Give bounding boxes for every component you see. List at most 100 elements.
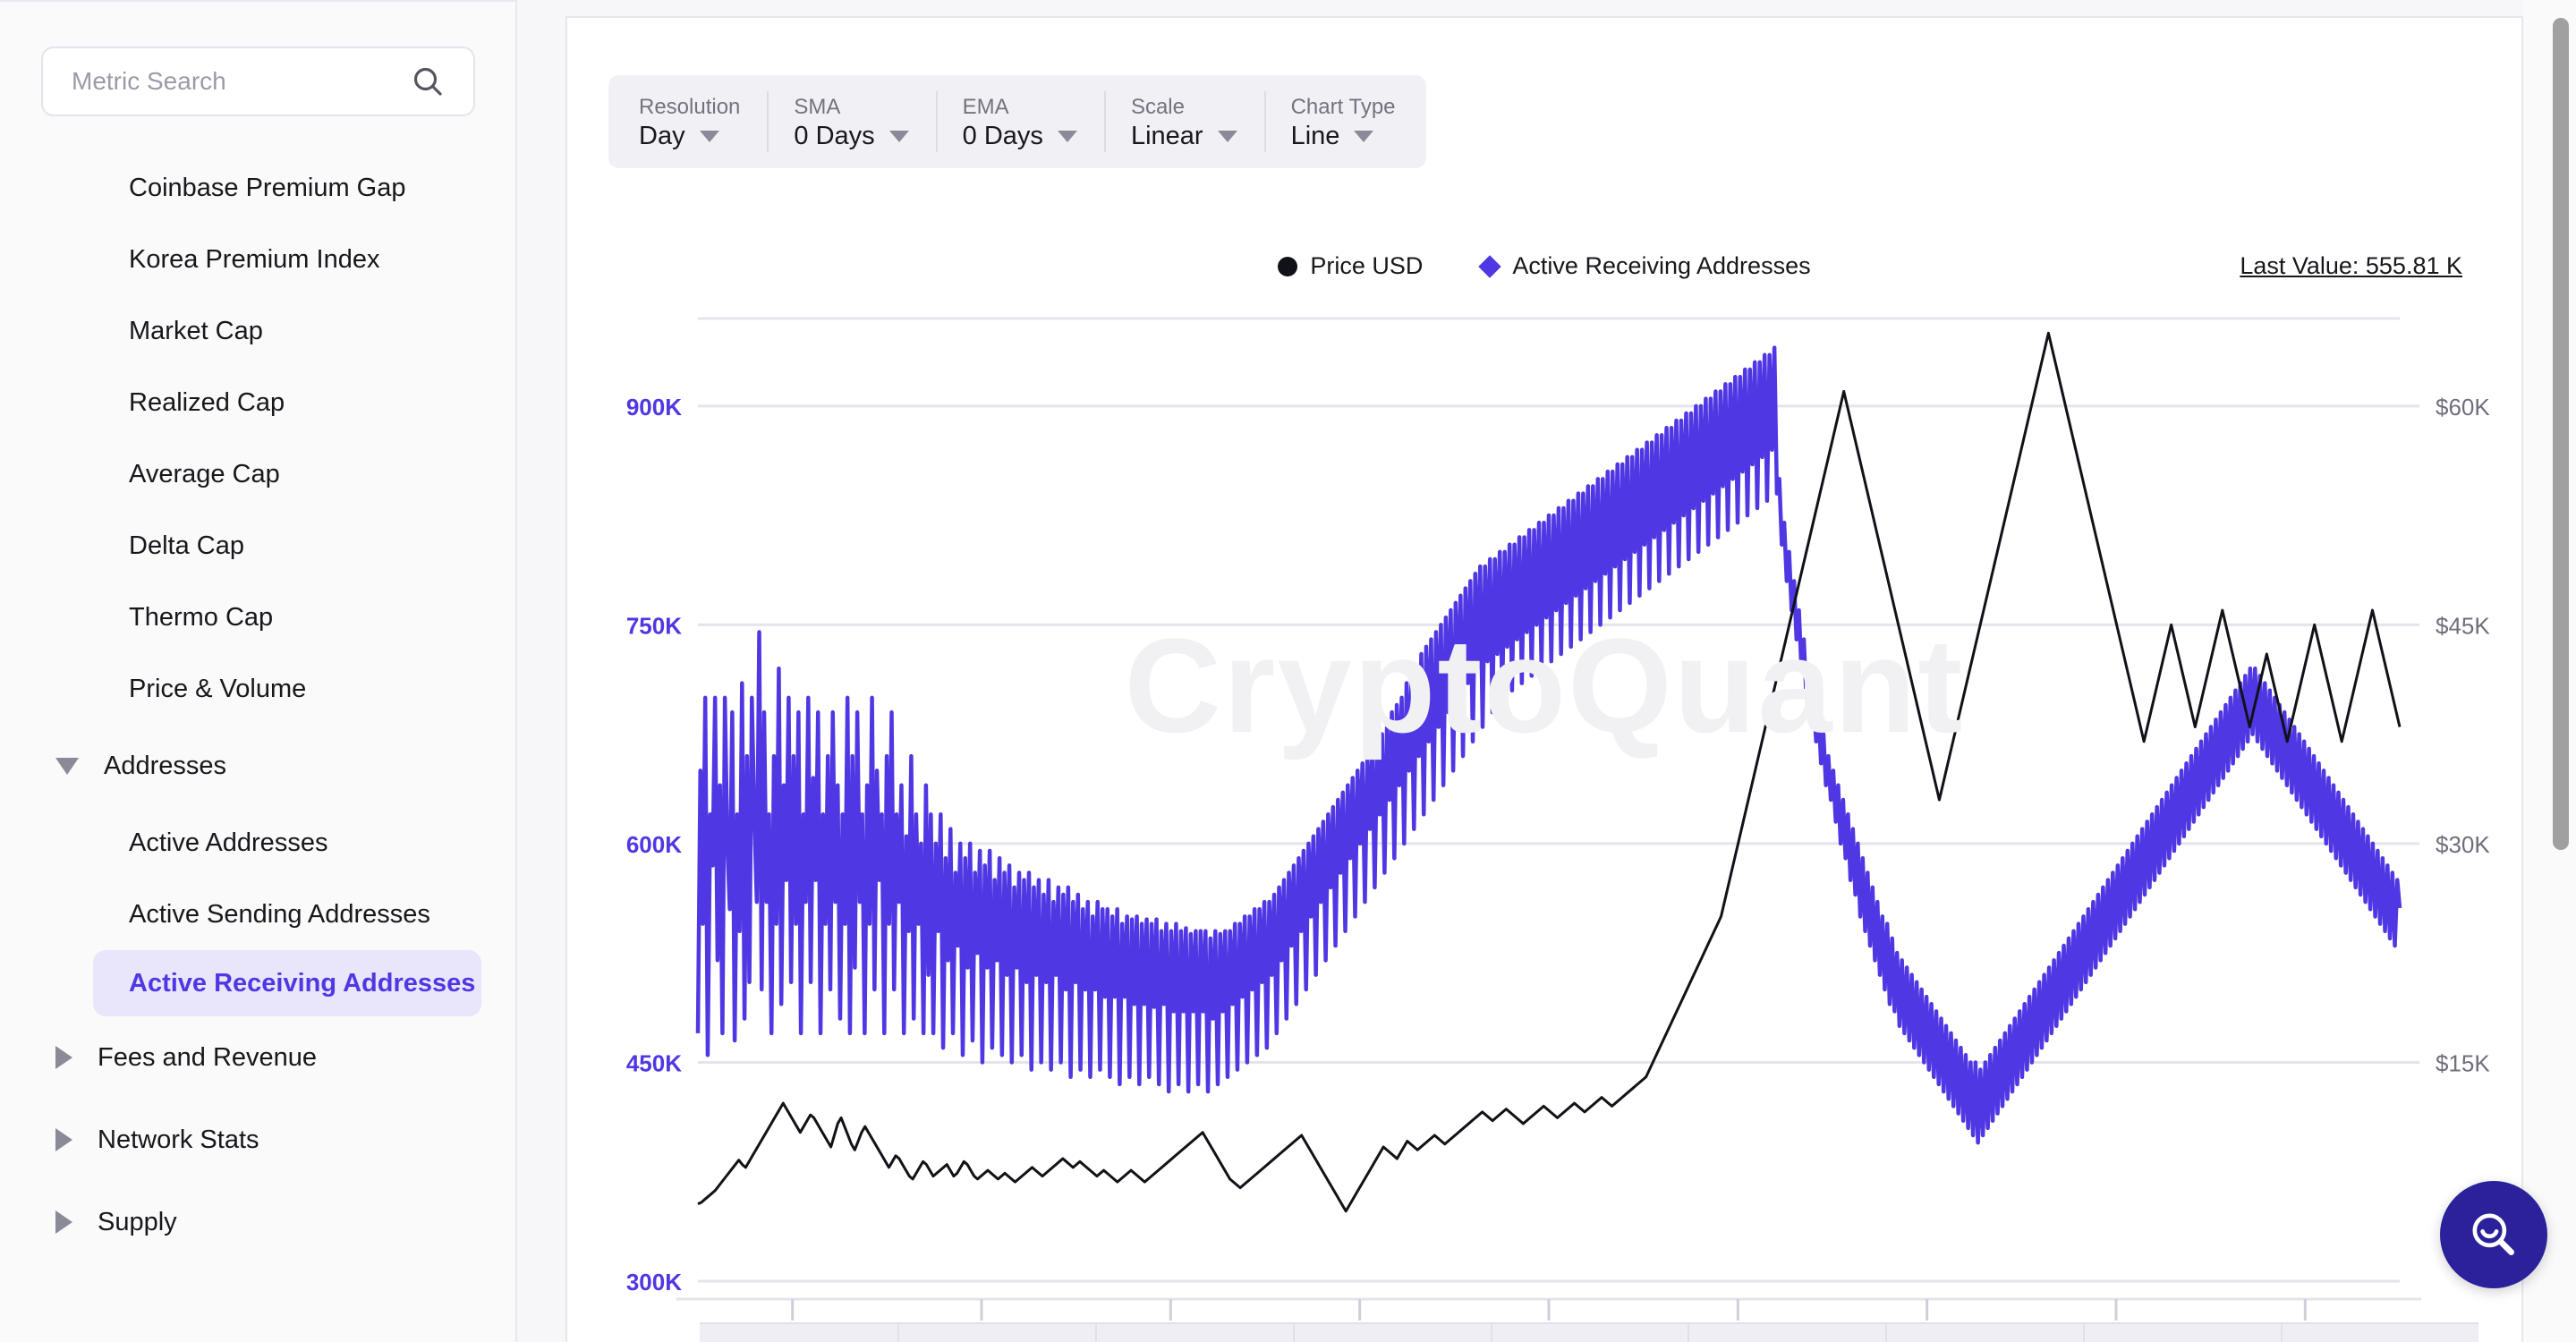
toolbar-sma[interactable]: SMA 0 Days <box>767 75 935 168</box>
sidebar-item-label: Active Addresses <box>129 828 328 857</box>
chart-toolbar: Resolution Day SMA 0 Days EMA 0 Days Scale Line… <box>608 75 1426 168</box>
chevron-down-icon[interactable] <box>1354 130 1374 142</box>
last-value-label[interactable]: Last Value: 555.81 K <box>2240 252 2462 280</box>
sidebar-item-active-sending-addresses[interactable]: Active Sending Addresses <box>0 879 515 950</box>
toolbar-label: Scale <box>1130 94 1185 119</box>
diamond-marker-icon <box>1478 254 1502 278</box>
sidebar-item-label: Korea Premium Index <box>129 244 380 274</box>
legend-label-price: Price USD <box>1310 252 1424 279</box>
chevron-down-icon[interactable] <box>1057 130 1077 142</box>
range-tick <box>2083 1324 2086 1342</box>
sidebar-item-delta-cap[interactable]: Delta Cap <box>0 510 515 582</box>
sidebar-item-market-cap[interactable]: Market Cap <box>0 295 515 367</box>
range-tick <box>1885 1324 1888 1342</box>
toolbar-value-select[interactable]: Day <box>639 123 740 149</box>
y-axis-left-tick-label: 300K <box>626 1269 682 1295</box>
page-scrollbar-track[interactable] <box>2523 0 2576 1342</box>
y-axis-left-tick-label: 900K <box>626 394 682 420</box>
y-axis-right-tick-label: $15K <box>2436 1049 2490 1076</box>
metric-sidebar: Coinbase Premium Gap Korea Premium Index M… <box>0 0 517 1342</box>
sidebar-group-label: Addresses <box>104 751 227 780</box>
y-axis-left-tick-label: 750K <box>626 612 682 639</box>
sidebar-item-label: Active Receiving Addresses <box>129 968 476 998</box>
toolbar-label: SMA <box>794 94 841 119</box>
toolbar-value-text: Day <box>639 121 685 150</box>
sidebar-item-label: Market Cap <box>129 316 263 345</box>
y-axis-right-tick-label: $60K <box>2436 394 2490 420</box>
toolbar-scale[interactable]: Scale Linear <box>1103 75 1264 168</box>
sidebar-item-label: Thermo Cap <box>129 602 274 632</box>
sidebar-item-coinbase-premium-gap[interactable]: Coinbase Premium Gap <box>0 152 515 224</box>
chart-svg[interactable]: 300K450K600K750K900K$15K$30K$45K$60KMay … <box>567 286 2523 1324</box>
sidebar-item-label: Realized Cap <box>129 387 285 417</box>
legend-item-metric[interactable]: Active Receiving Addresses <box>1478 252 1811 280</box>
series-active-receiving-addresses[interactable] <box>695 345 2402 1145</box>
toolbar-label: Resolution <box>639 94 741 119</box>
metric-search-box[interactable] <box>41 47 475 116</box>
range-tick <box>1688 1324 1690 1342</box>
metric-search[interactable] <box>41 47 475 116</box>
toolbar-value-text: Line <box>1290 121 1340 150</box>
sidebar-item-label: Average Cap <box>129 459 280 488</box>
sidebar-item-active-addresses[interactable]: Active Addresses <box>0 807 515 879</box>
chevron-right-icon <box>55 1210 72 1234</box>
range-tick <box>1490 1324 1492 1342</box>
chevron-right-icon <box>55 1046 72 1069</box>
y-axis-right-tick-label: $30K <box>2436 831 2490 858</box>
sidebar-item-realized-cap[interactable]: Realized Cap <box>0 367 515 438</box>
toolbar-value-select[interactable]: Line <box>1291 123 1396 149</box>
chevron-right-icon <box>55 1128 72 1151</box>
toolbar-value-text: 0 Days <box>962 121 1043 150</box>
toolbar-label: EMA <box>962 94 1009 119</box>
chevron-down-icon[interactable] <box>888 130 909 142</box>
toolbar-ema[interactable]: EMA 0 Days <box>935 75 1104 168</box>
sidebar-item-price-volume[interactable]: Price & Volume <box>0 653 515 725</box>
sidebar-item-label: Coinbase Premium Gap <box>129 173 406 202</box>
toolbar-chart-type[interactable]: Chart Type Line <box>1263 75 1423 168</box>
toolbar-value-text: 0 Days <box>794 121 875 150</box>
sidebar-item-label: Price & Volume <box>129 674 307 703</box>
sidebar-group-label: Network Stats <box>98 1125 259 1154</box>
legend-label-metric: Active Receiving Addresses <box>1512 252 1811 279</box>
toolbar-value-select[interactable]: 0 Days <box>794 121 909 150</box>
range-tick <box>1292 1324 1295 1342</box>
range-tick <box>897 1324 899 1342</box>
legend-item-price[interactable]: Price USD <box>1278 252 1423 280</box>
sidebar-group-fees-and-revenue[interactable]: Fees and Revenue <box>0 1016 515 1099</box>
metric-nav-list: Coinbase Premium Gap Korea Premium Index M… <box>0 152 515 1263</box>
search-input[interactable] <box>70 66 410 97</box>
sidebar-item-thermo-cap[interactable]: Thermo Cap <box>0 582 515 653</box>
sidebar-item-korea-premium-index[interactable]: Korea Premium Index <box>0 224 515 295</box>
search-fab-button[interactable] <box>2440 1181 2547 1288</box>
sidebar-item-label: Active Sending Addresses <box>129 899 430 929</box>
toolbar-value-select[interactable]: Linear <box>1131 123 1237 149</box>
sidebar-top-divider <box>0 0 515 2</box>
sidebar-group-supply[interactable]: Supply <box>0 1181 515 1263</box>
chevron-down-icon[interactable] <box>699 130 719 142</box>
circle-marker-icon <box>1278 256 1298 276</box>
app-root: Coinbase Premium Gap Korea Premium Index M… <box>0 0 2576 1342</box>
sidebar-item-active-receiving-addresses[interactable]: Active Receiving Addresses <box>93 950 481 1016</box>
chart-range-selector[interactable] <box>700 1322 2478 1342</box>
chart-plot-area[interactable]: 300K450K600K750K900K$15K$30K$45K$60KMay … <box>567 286 2523 1324</box>
sidebar-group-network-stats[interactable]: Network Stats <box>0 1099 515 1181</box>
series-price-usd[interactable] <box>697 331 2402 1213</box>
toolbar-label: Chart Type <box>1290 94 1396 119</box>
page-scrollbar-thumb[interactable] <box>2553 18 2569 850</box>
y-axis-left-tick-label: 600K <box>626 831 682 858</box>
y-axis-right-tick-label: $45K <box>2436 612 2490 639</box>
range-tick <box>1094 1324 1097 1342</box>
chevron-down-icon[interactable] <box>1217 130 1237 142</box>
search-icon[interactable] <box>410 64 446 99</box>
sidebar-group-addresses[interactable]: Addresses <box>0 725 515 807</box>
chart-legend-row: Price USD Active Receiving Addresses Las… <box>608 252 2480 288</box>
toolbar-resolution[interactable]: Resolution Day <box>612 75 767 168</box>
sidebar-item-average-cap[interactable]: Average Cap <box>0 438 515 510</box>
y-axis-left-tick-label: 450K <box>626 1049 682 1076</box>
sidebar-group-label: Fees and Revenue <box>98 1042 318 1072</box>
sidebar-group-label: Supply <box>98 1207 177 1236</box>
toolbar-value-text: Linear <box>1130 121 1203 150</box>
toolbar-value-select[interactable]: 0 Days <box>963 123 1077 149</box>
chart-card: Resolution Day SMA 0 Days EMA 0 Days Scale Line… <box>565 16 2523 1342</box>
search-magnifier-icon <box>2472 1213 2514 1255</box>
